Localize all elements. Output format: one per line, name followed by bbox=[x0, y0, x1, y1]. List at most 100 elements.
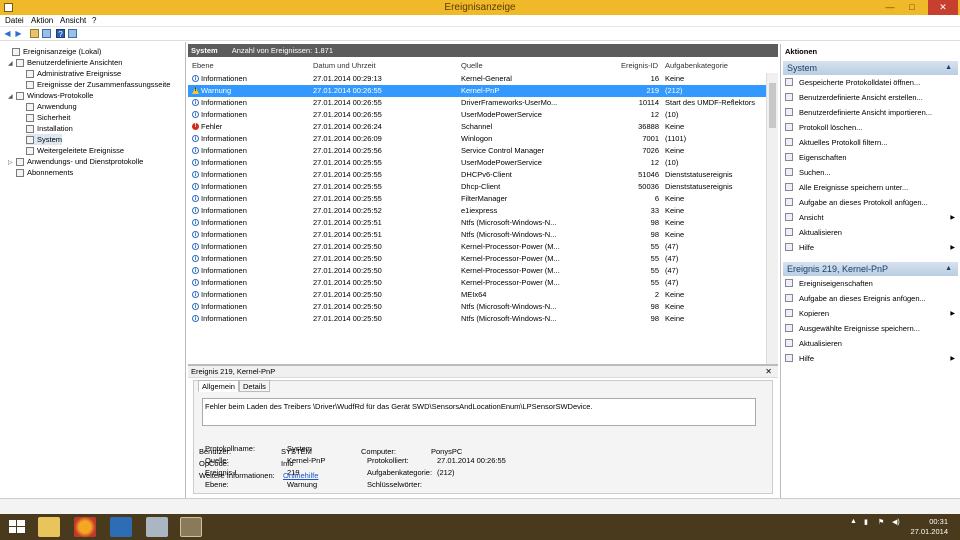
menu-datei[interactable]: Datei bbox=[5, 16, 24, 25]
actions-section-system[interactable]: System ▲ bbox=[783, 61, 958, 75]
action-item[interactable]: Kopieren ▶ bbox=[785, 308, 957, 320]
minimize-button[interactable]: — bbox=[880, 0, 900, 15]
tree-item-admin-events[interactable]: Administrative Ereignisse bbox=[26, 68, 121, 79]
online-help-link[interactable]: Onlinehilfe bbox=[283, 471, 318, 480]
info-icon: i bbox=[192, 243, 199, 250]
app-icon[interactable] bbox=[110, 517, 132, 537]
action-item[interactable]: Ausgewählte Ereignisse speichern... bbox=[785, 323, 957, 335]
table-row[interactable]: i Informationen 27.01.2014 00:25:51 Ntfs (M… bbox=[188, 217, 766, 229]
menu-ansicht[interactable]: Ansicht bbox=[60, 16, 86, 25]
tree-item-root[interactable]: Ereignisanzeige (Lokal) bbox=[4, 46, 101, 57]
scrollbar-thumb[interactable] bbox=[769, 83, 776, 128]
action-item[interactable]: Ereigniseigenschaften bbox=[785, 278, 957, 290]
table-row[interactable]: i Informationen 27.01.2014 00:25:55 FilterM… bbox=[188, 193, 766, 205]
column-category[interactable]: Aufgabenkategorie bbox=[665, 60, 728, 72]
tree-expander[interactable]: ◢ bbox=[8, 59, 14, 70]
collapse-arrow-icon[interactable]: ▲ bbox=[945, 61, 952, 75]
event-message[interactable]: Fehler beim Laden des Treibers \Driver\W… bbox=[202, 398, 756, 426]
back-arrow-icon[interactable]: ◀ bbox=[3, 29, 12, 38]
network-icon[interactable]: ▮ bbox=[864, 518, 868, 526]
action-pane-icon[interactable] bbox=[68, 29, 77, 38]
action-item[interactable]: Aufgabe an dieses Ereignis anfügen... bbox=[785, 293, 957, 305]
folder-icon[interactable] bbox=[30, 29, 39, 38]
tree-item-application[interactable]: Anwendung bbox=[26, 101, 77, 112]
console-tree-icon[interactable] bbox=[42, 29, 51, 38]
tree-expander[interactable]: ◢ bbox=[8, 92, 14, 103]
tree-item-summary-events[interactable]: Ereignisse der Zusammenfassungsseite bbox=[26, 79, 170, 90]
table-row[interactable]: i Informationen 27.01.2014 00:26:09 Winlogo… bbox=[188, 133, 766, 145]
tab-general[interactable]: Allgemein bbox=[198, 380, 239, 392]
action-item[interactable]: Benutzerdefinierte Ansicht erstellen... bbox=[785, 92, 957, 104]
actions-section-event[interactable]: Ereignis 219, Kernel-PnP ▲ bbox=[783, 262, 958, 276]
tray-expand-icon[interactable]: ▲ bbox=[850, 518, 857, 525]
action-item[interactable]: Protokoll löschen... bbox=[785, 122, 957, 134]
start-button[interactable] bbox=[6, 517, 28, 537]
menu-help[interactable]: ? bbox=[92, 16, 96, 25]
table-row[interactable]: i Informationen 27.01.2014 00:25:55 Dhcp-Cl… bbox=[188, 181, 766, 193]
table-row[interactable]: i Informationen 27.01.2014 00:29:13 Kernel-… bbox=[188, 73, 766, 85]
table-row[interactable]: i Informationen 27.01.2014 00:25:56 Service… bbox=[188, 145, 766, 157]
column-level[interactable]: Ebene bbox=[192, 60, 214, 72]
close-button[interactable]: ✕ bbox=[928, 0, 958, 15]
tree-item-forwarded[interactable]: Weitergeleitete Ereignisse bbox=[26, 145, 124, 156]
action-item[interactable]: Benutzerdefinierte Ansicht importieren..… bbox=[785, 107, 957, 119]
action-item[interactable]: Aufgabe an dieses Protokoll anfügen... bbox=[785, 197, 957, 209]
detail-close-icon[interactable]: ✕ bbox=[765, 366, 772, 378]
table-row[interactable]: i Informationen 27.01.2014 00:26:55 DriverF… bbox=[188, 97, 766, 109]
table-row[interactable]: i Informationen 27.01.2014 00:25:50 Kernel-… bbox=[188, 253, 766, 265]
action-item[interactable]: Hilfe ▶ bbox=[785, 242, 957, 254]
clock[interactable]: 00:31 27.01.2014 bbox=[910, 517, 948, 537]
column-source[interactable]: Quelle bbox=[461, 60, 483, 72]
action-item[interactable]: Eigenschaften bbox=[785, 152, 957, 164]
action-icon bbox=[785, 108, 793, 116]
flag-icon[interactable]: ⚑ bbox=[878, 518, 884, 526]
action-item[interactable]: Aktuelles Protokoll filtern... bbox=[785, 137, 957, 149]
table-row[interactable]: i Informationen 27.01.2014 00:25:55 DHCPv6-… bbox=[188, 169, 766, 181]
tree-item-custom-views[interactable]: ◢ Benutzerdefinierte Ansichten bbox=[8, 57, 122, 68]
table-row[interactable]: i Informationen 27.01.2014 00:25:50 Ntfs (M… bbox=[188, 301, 766, 313]
tree-item-setup[interactable]: Installation bbox=[26, 123, 73, 134]
table-row[interactable]: i Informationen 27.01.2014 00:26:55 UserMod… bbox=[188, 109, 766, 121]
list-scrollbar[interactable] bbox=[766, 73, 778, 364]
table-row[interactable]: i Informationen 27.01.2014 00:25:52 e1iexpr… bbox=[188, 205, 766, 217]
action-item[interactable]: Aktualisieren bbox=[785, 338, 957, 350]
table-row[interactable]: ! Warnung 27.01.2014 00:26:55 Kernel-PnP 219… bbox=[188, 85, 766, 97]
tree-item-system[interactable]: System bbox=[26, 134, 63, 145]
action-item[interactable]: Suchen... bbox=[785, 167, 957, 179]
column-event-id[interactable]: Ereignis-ID bbox=[621, 60, 658, 72]
tree-item-subscriptions[interactable]: Abonnements bbox=[8, 167, 73, 178]
maximize-button[interactable]: □ bbox=[902, 0, 922, 15]
info-icon: i bbox=[192, 159, 199, 166]
table-row[interactable]: i Informationen 27.01.2014 00:25:50 Ntfs (M… bbox=[188, 313, 766, 325]
table-row[interactable]: i Informationen 27.01.2014 00:25:50 Kernel-… bbox=[188, 277, 766, 289]
table-row[interactable]: ! Fehler 27.01.2014 00:26:24 Schannel 36888 K… bbox=[188, 121, 766, 133]
action-item[interactable]: Hilfe ▶ bbox=[785, 353, 957, 365]
collapse-arrow-icon[interactable]: ▲ bbox=[945, 262, 952, 276]
table-row[interactable]: i Informationen 27.01.2014 00:25:55 UserMod… bbox=[188, 157, 766, 169]
tree-item-windows-logs[interactable]: ◢ Windows-Protokolle bbox=[8, 90, 93, 101]
volume-icon[interactable]: ◀) bbox=[892, 518, 900, 526]
table-row[interactable]: i Informationen 27.01.2014 00:25:50 Kernel-… bbox=[188, 241, 766, 253]
help-icon[interactable]: ? bbox=[56, 29, 65, 39]
action-item[interactable]: Aktualisieren bbox=[785, 227, 957, 239]
explorer-icon[interactable] bbox=[38, 517, 60, 537]
tool-icon[interactable] bbox=[146, 517, 168, 537]
tree-item-app-services[interactable]: ▷ Anwendungs- und Dienstprotokolle bbox=[8, 156, 143, 167]
firefox-icon[interactable] bbox=[74, 517, 96, 537]
action-item[interactable]: Alle Ereignisse speichern unter... bbox=[785, 182, 957, 194]
tree-item-security[interactable]: Sicherheit bbox=[26, 112, 70, 123]
warning-icon: ! bbox=[192, 87, 199, 94]
action-icon bbox=[785, 153, 793, 161]
action-item[interactable]: Gespeicherte Protokolldatei öffnen... bbox=[785, 77, 957, 89]
cell-date: 27.01.2014 00:26:55 bbox=[313, 98, 382, 107]
column-date[interactable]: Datum und Uhrzeit bbox=[313, 60, 376, 72]
table-row[interactable]: i Informationen 27.01.2014 00:25:51 Ntfs (M… bbox=[188, 229, 766, 241]
forward-arrow-icon[interactable]: ▶ bbox=[14, 29, 23, 38]
cell-source: Ntfs (Microsoft-Windows-N... bbox=[461, 230, 557, 239]
table-row[interactable]: i Informationen 27.01.2014 00:25:50 MEIx64 2… bbox=[188, 289, 766, 301]
menu-aktion[interactable]: Aktion bbox=[31, 16, 53, 25]
table-row[interactable]: i Informationen 27.01.2014 00:25:50 Kernel-… bbox=[188, 265, 766, 277]
event-viewer-taskbar-icon[interactable] bbox=[180, 517, 202, 537]
tab-details[interactable]: Details bbox=[239, 380, 270, 392]
action-item[interactable]: Ansicht ▶ bbox=[785, 212, 957, 224]
